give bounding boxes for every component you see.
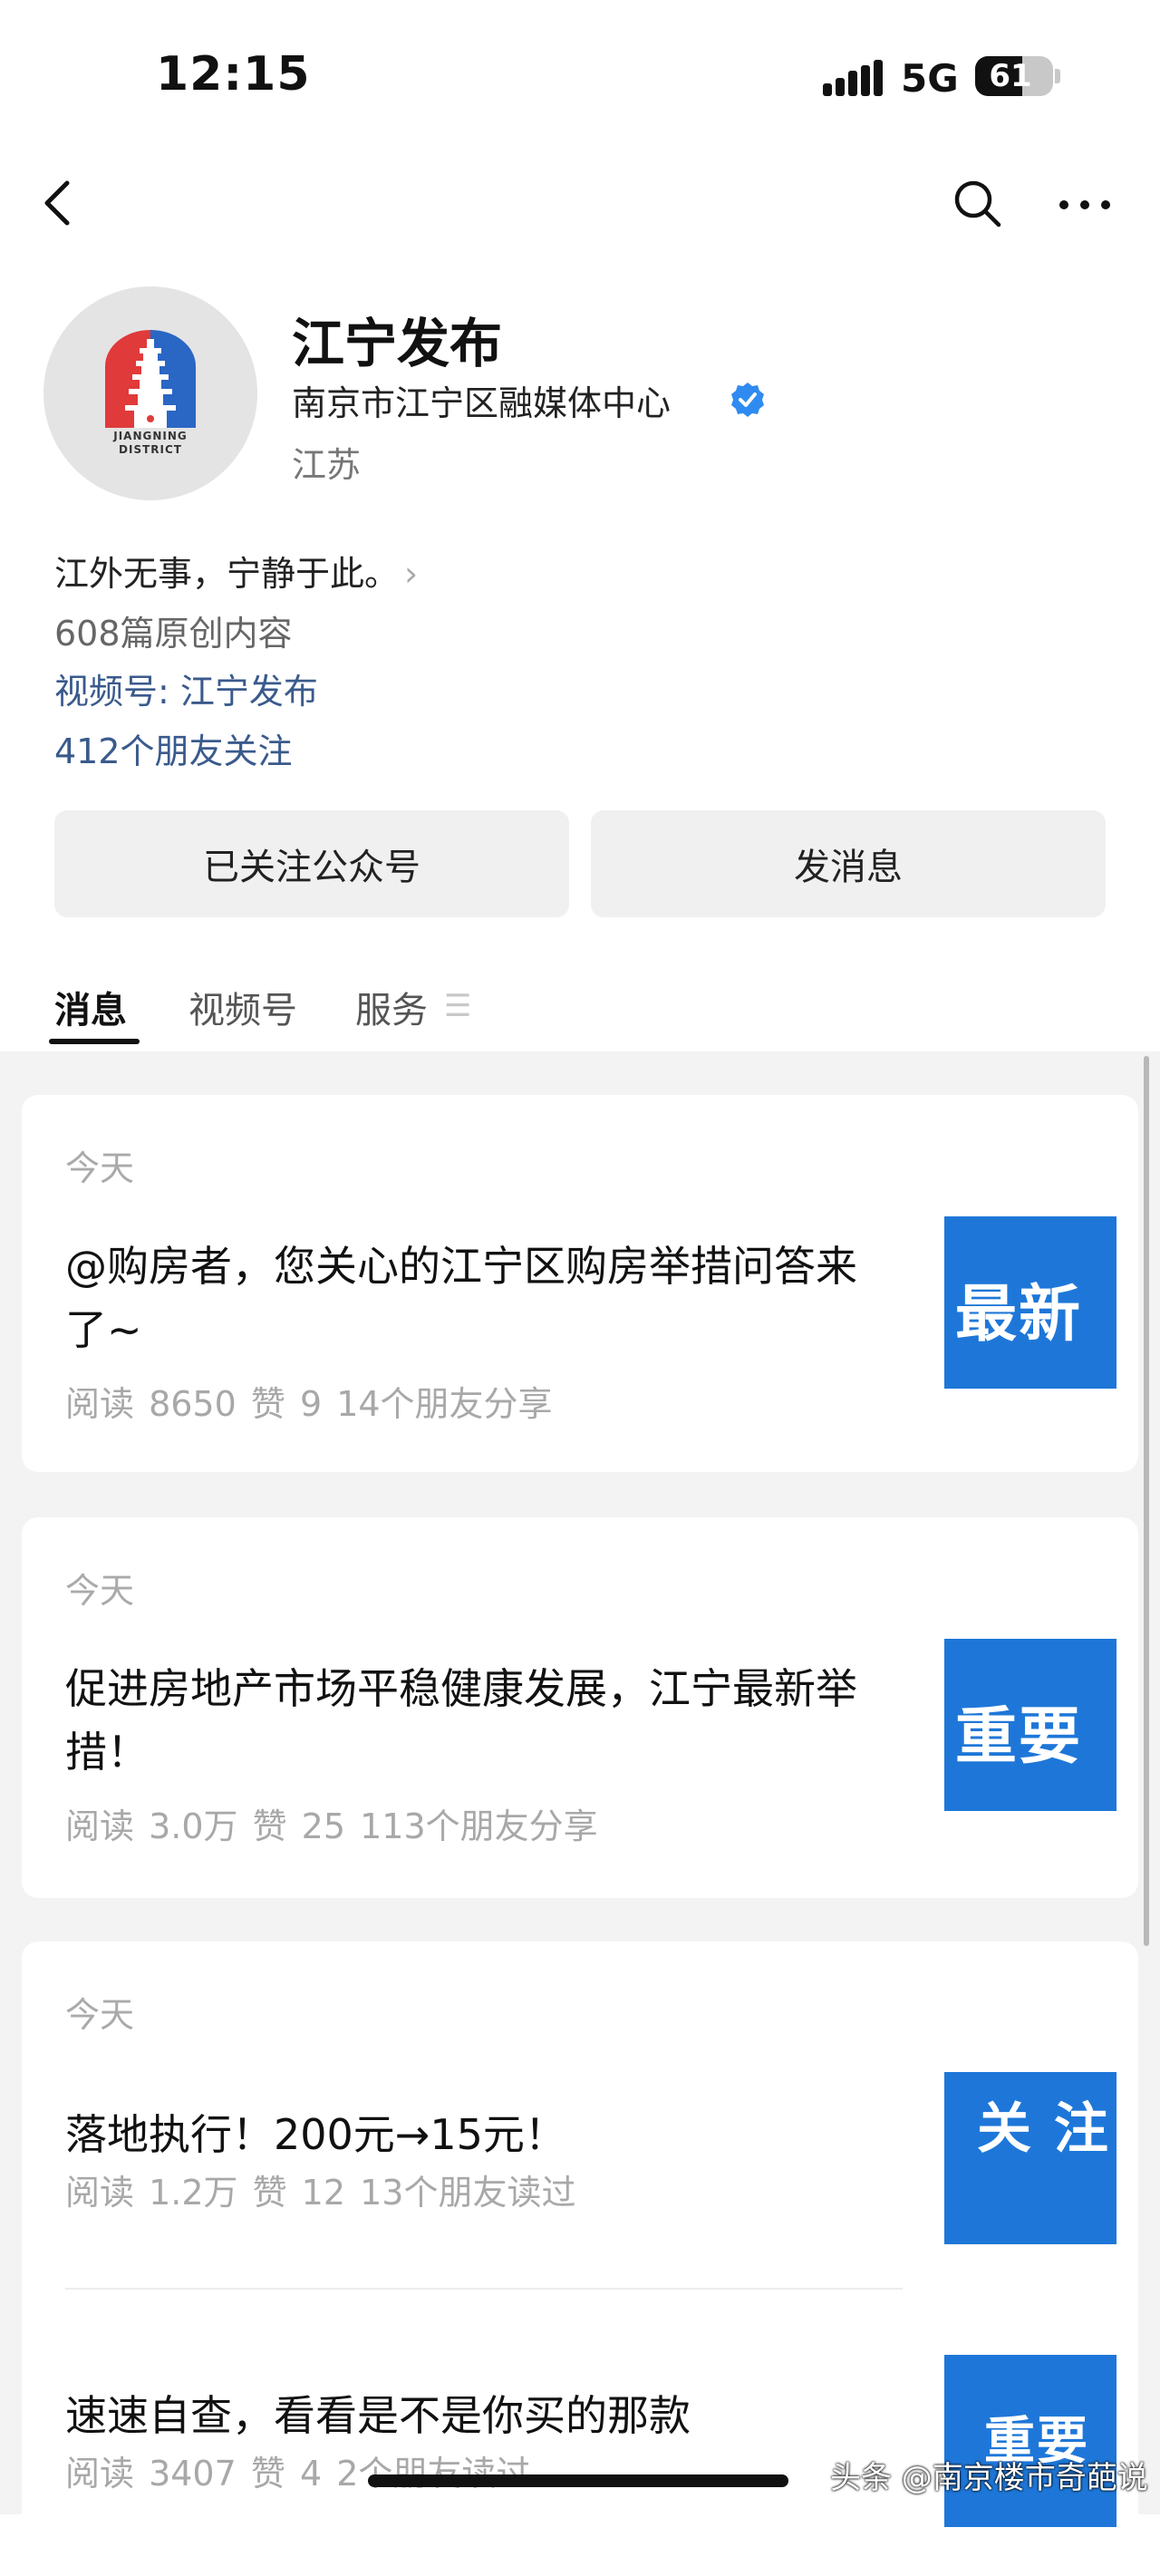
network-type: 5G xyxy=(901,56,959,101)
nav-bar xyxy=(0,154,1160,254)
search-icon xyxy=(954,180,1001,228)
article-stats: 阅读 1.2万 赞 12 13个朋友读过 xyxy=(65,2173,576,2213)
message-card: 今天 @购房者，您关心的江宁区购房举措问答来了~ 阅读 8650 赞 9 14个… xyxy=(22,1095,1138,1472)
account-organization[interactable]: 南京市江宁区融媒体中心 xyxy=(292,375,671,425)
card-date: 今天 xyxy=(65,1148,135,1188)
article-title: 速速自查，看看是不是你买的那款 xyxy=(65,2391,691,2440)
article-thumbnail: 重要 xyxy=(944,2355,1116,2527)
account-region: 江苏 xyxy=(292,445,362,485)
account-avatar[interactable]: JIANGNING DISTRICT xyxy=(44,286,257,500)
tab-services[interactable]: 服务 xyxy=(355,981,428,1033)
search-button[interactable] xyxy=(948,174,1006,232)
tab-video-channel[interactable]: 视频号 xyxy=(188,981,297,1033)
thumbnail-text: 最新 xyxy=(955,1279,1083,1351)
logo-text-line1: JIANGNING xyxy=(113,430,188,442)
message-card: 今天 促进房地产市场平稳健康发展，江宁最新举措！ 阅读 3.0万 赞 25 11… xyxy=(22,1517,1138,1898)
verified-badge-icon xyxy=(731,383,764,417)
status-bar: 12:15 5G 61 xyxy=(0,0,1160,154)
feed-scrollbar[interactable] xyxy=(1144,1056,1149,1946)
account-intro[interactable]: 江外无事，宁静于此。 › xyxy=(54,546,418,596)
account-name: 江宁发布 xyxy=(292,313,503,374)
article-thumbnail: 最新 xyxy=(944,1216,1116,1389)
article-item[interactable]: 促进房地产市场平稳健康发展，江宁最新举措！ 阅读 3.0万 赞 25 113个朋… xyxy=(65,1639,1116,1871)
thumbnail-text: 重要 xyxy=(955,1701,1083,1773)
battery-tip xyxy=(1055,69,1060,83)
ellipsis-icon xyxy=(1059,200,1110,209)
message-feed: 今天 @购房者，您关心的江宁区购房举措问答来了~ 阅读 8650 赞 9 14个… xyxy=(0,1051,1160,2576)
intro-text: 江外无事，宁静于此。 xyxy=(54,554,400,594)
avatar-logo-text: JIANGNING DISTRICT xyxy=(44,430,257,457)
friends-following-link[interactable]: 412个朋友关注 xyxy=(54,723,293,773)
active-tab-indicator xyxy=(49,1039,140,1044)
services-menu-icon[interactable]: ☰ xyxy=(444,988,471,1024)
video-channel-link[interactable]: 视频号: 江宁发布 xyxy=(54,663,318,713)
back-button[interactable] xyxy=(36,174,87,232)
tab-messages[interactable]: 消息 xyxy=(54,981,127,1033)
home-indicator[interactable] xyxy=(368,2474,788,2487)
article-stats: 阅读 3407 赞 4 2个朋友读过 xyxy=(65,2454,531,2494)
card-date: 今天 xyxy=(65,1571,135,1611)
cellular-signal-icon xyxy=(823,60,883,96)
article-stats: 阅读 8650 赞 9 14个朋友分享 xyxy=(65,1384,553,1424)
status-time: 12:15 xyxy=(156,47,311,102)
followed-account-button[interactable]: 已关注公众号 xyxy=(54,810,569,917)
article-stats: 阅读 3.0万 赞 25 113个朋友分享 xyxy=(65,1806,598,1846)
article-thumbnail: 重要 xyxy=(944,1639,1116,1811)
watermark: 头条 @南京楼市奇葩说 xyxy=(830,2460,1148,2496)
article-item[interactable]: 落地执行！200元→15元！ 阅读 1.2万 赞 12 13个朋友读过 关 注 xyxy=(65,2072,1116,2268)
article-item[interactable]: @购房者，您关心的江宁区购房举措问答来了~ 阅读 8650 赞 9 14个朋友分… xyxy=(65,1216,1116,1448)
logo-text-line2: DISTRICT xyxy=(119,443,182,456)
chevron-right-icon: › xyxy=(404,554,419,594)
card-date: 今天 xyxy=(65,1995,135,2035)
tab-bar: 消息 视频号 服务 ☰ xyxy=(0,961,1160,1051)
more-button[interactable] xyxy=(1053,174,1116,232)
article-title: 促进房地产市场平稳健康发展，江宁最新举措！ xyxy=(65,1664,857,1777)
article-title: @购房者，您关心的江宁区购房举措问答来了~ xyxy=(65,1242,857,1354)
original-content-count: 608篇原创内容 xyxy=(54,614,293,654)
send-message-button[interactable]: 发消息 xyxy=(591,810,1106,917)
article-thumbnail: 关 注 xyxy=(944,2072,1116,2244)
article-title: 落地执行！200元→15元！ xyxy=(65,2110,566,2159)
pagoda-logo-icon xyxy=(105,330,196,428)
chevron-left-icon xyxy=(44,180,70,226)
thumbnail-text: 关 注 xyxy=(977,2097,1110,2161)
battery-level: 61 xyxy=(989,58,1032,94)
battery-icon: 61 xyxy=(975,56,1053,96)
article-divider xyxy=(65,2288,903,2290)
